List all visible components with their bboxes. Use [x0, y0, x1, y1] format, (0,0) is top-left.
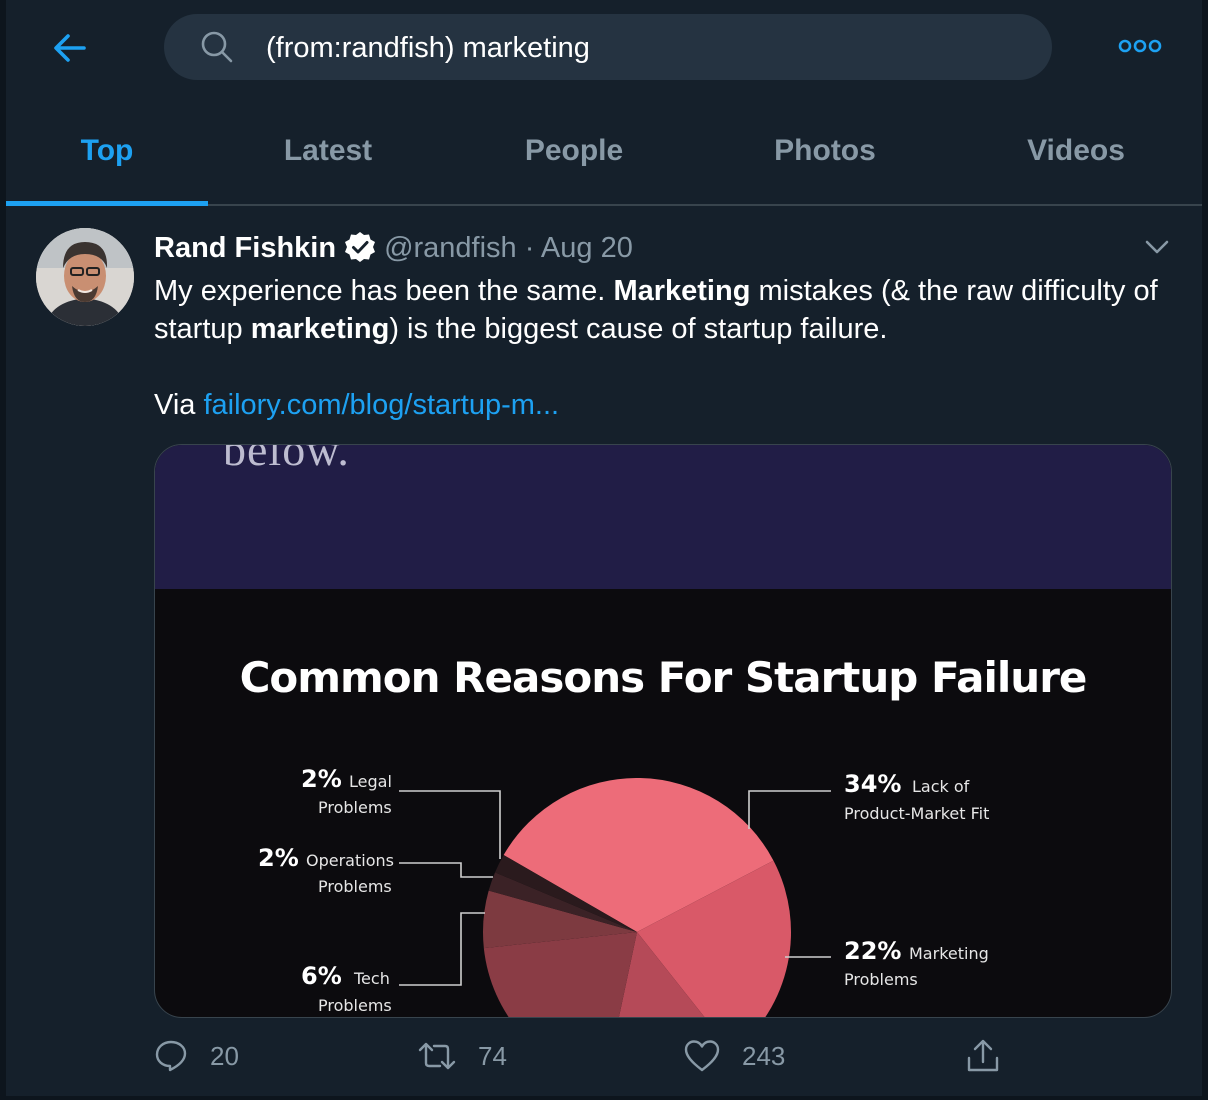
- retweet-icon: [418, 1042, 456, 1070]
- label-pct-legal: 2%: [301, 765, 342, 793]
- tab-latest[interactable]: Latest: [228, 96, 428, 204]
- retweet-button[interactable]: 74: [418, 1032, 507, 1080]
- back-button[interactable]: [50, 28, 90, 68]
- chevron-down-icon: [1145, 240, 1169, 254]
- share-icon: [967, 1039, 999, 1072]
- label-name-marketing: Marketing: [909, 944, 989, 963]
- tab-top[interactable]: Top: [6, 96, 208, 204]
- leader-line-tech: [399, 912, 485, 986]
- heart-icon: [684, 1040, 720, 1072]
- search-tabs: Top Latest People Photos Videos: [6, 96, 1202, 206]
- search-input[interactable]: [264, 14, 1008, 82]
- leader-line-operations: [399, 862, 493, 878]
- reply-icon: [155, 1040, 187, 1072]
- tab-photos[interactable]: Photos: [725, 96, 925, 204]
- more-options-button[interactable]: [1118, 36, 1162, 56]
- tweet-date[interactable]: Aug 20: [541, 232, 633, 264]
- like-button[interactable]: 243: [684, 1032, 785, 1080]
- window-frame-right: [1202, 0, 1208, 1100]
- via-label: Via: [154, 389, 204, 421]
- share-button[interactable]: [966, 1032, 1022, 1080]
- label-pct-operations: 2%: [258, 844, 299, 872]
- arrow-left-icon: [54, 34, 86, 62]
- author-name[interactable]: Rand Fishkin: [154, 232, 336, 264]
- pie-chart: 2% Legal Problems 2% Operations Problems…: [258, 765, 989, 1017]
- tweet-text: My experience has been the same. Marketi…: [154, 272, 1164, 424]
- tab-people[interactable]: People: [474, 96, 674, 204]
- label-sub-tech: Problems: [318, 996, 392, 1015]
- search-header: [6, 0, 1202, 96]
- leader-line-legal: [399, 790, 501, 859]
- tweet-header: Rand Fishkin @randfish · Aug 20: [154, 228, 633, 268]
- leader-line-pmf: [748, 790, 831, 829]
- window-frame-bottom: [0, 1096, 1208, 1100]
- reply-count: 20: [210, 1040, 239, 1071]
- tweet-menu-button[interactable]: [1142, 232, 1172, 262]
- tweet-link[interactable]: failory.com/blog/startup-m...: [203, 389, 559, 421]
- label-sub-marketing: Problems: [844, 970, 918, 989]
- search-box[interactable]: [164, 14, 1052, 82]
- retweet-count: 74: [478, 1040, 507, 1071]
- avatar[interactable]: [36, 228, 134, 326]
- label-pct-tech: 6%: [301, 962, 342, 990]
- tab-videos[interactable]: Videos: [976, 96, 1176, 204]
- label-name-legal: Legal: [349, 772, 392, 791]
- label-name-operations: Operations: [306, 851, 394, 870]
- label-sub-legal: Problems: [318, 798, 392, 817]
- separator-dot: ·: [524, 232, 535, 264]
- tweet-text-segment: ) is the biggest cause of startup failur…: [389, 313, 888, 345]
- label-sub-operations: Problems: [318, 877, 392, 896]
- label-sub-pmf: Product-Market Fit: [844, 804, 989, 823]
- verified-badge-icon: [345, 232, 376, 262]
- label-pct-pmf: 34%: [844, 770, 901, 798]
- tweet-text-highlight: marketing: [250, 313, 390, 345]
- tweet-actions: 20 74 243: [154, 1032, 1164, 1080]
- profile-photo: [36, 228, 134, 326]
- tweet-media-image[interactable]: below. Common Reasons For Startup Failur…: [154, 444, 1172, 1018]
- tweet[interactable]: Rand Fishkin @randfish · Aug 20 My exper…: [6, 206, 1202, 1096]
- label-name-tech: Tech: [353, 969, 390, 988]
- search-icon: [201, 31, 233, 63]
- label-name-pmf: Lack of: [912, 777, 970, 796]
- author-handle[interactable]: @randfish: [384, 232, 517, 264]
- more-dots-icon: [1118, 39, 1162, 53]
- tweet-text-highlight: Marketing: [613, 275, 751, 307]
- reply-button[interactable]: 20: [154, 1032, 239, 1080]
- label-pct-marketing: 22%: [844, 937, 901, 965]
- like-count: 243: [742, 1040, 786, 1071]
- tweet-text-segment: My experience has been the same.: [154, 275, 614, 307]
